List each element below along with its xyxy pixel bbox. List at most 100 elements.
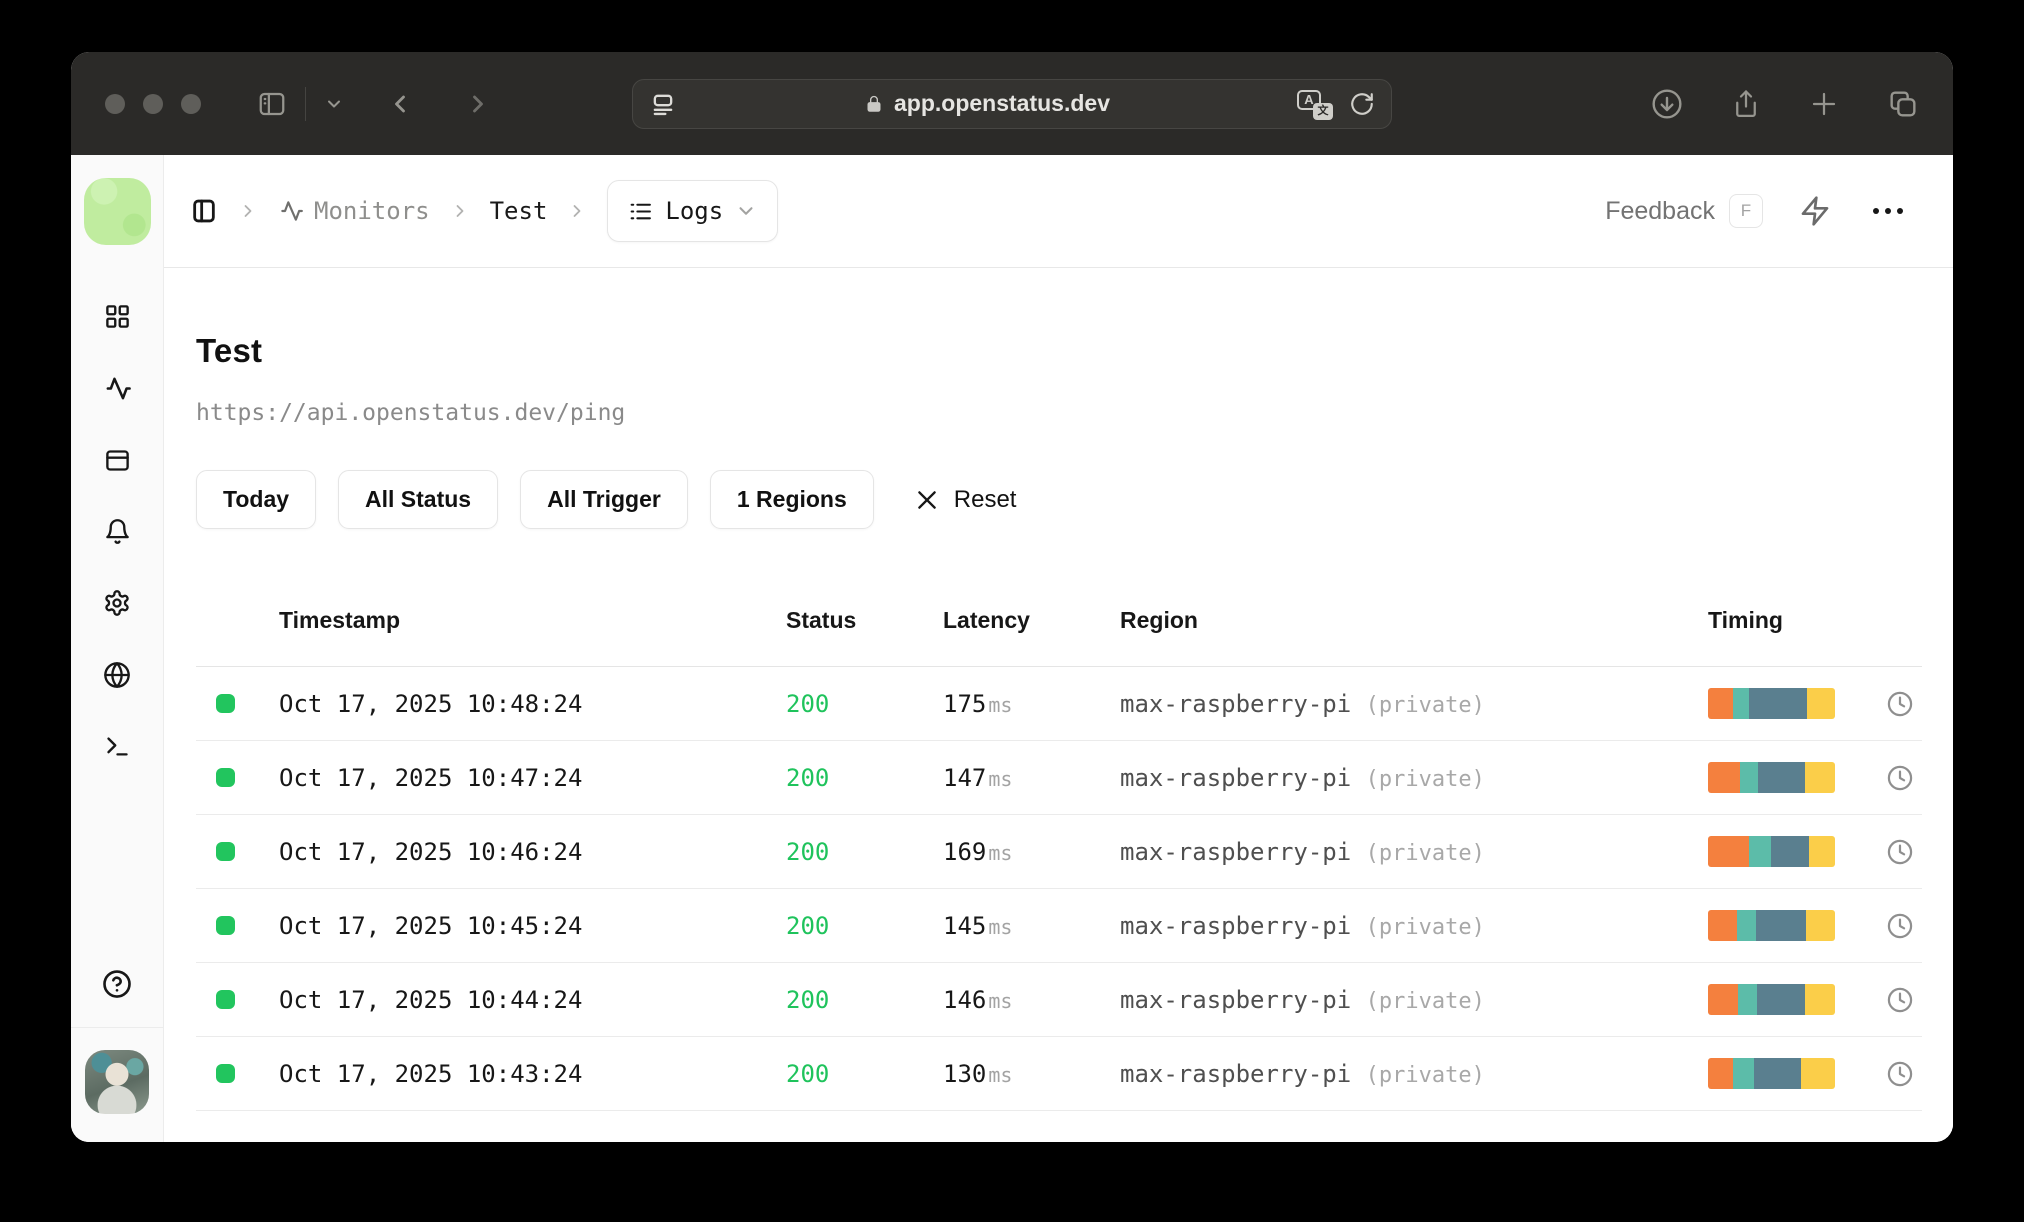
- row-region: max-raspberry-pi (private): [1120, 689, 1485, 718]
- help-icon[interactable]: [102, 943, 132, 1027]
- row-status: 200: [786, 763, 830, 792]
- close-icon: [918, 490, 936, 509]
- translate-icon[interactable]: A文: [1297, 89, 1333, 120]
- url-text[interactable]: app.openstatus.dev: [894, 90, 1110, 117]
- forward-button[interactable]: [464, 90, 492, 118]
- status-pages-icon[interactable]: [104, 447, 131, 474]
- feedback-label: Feedback: [1605, 196, 1715, 225]
- minimize-window-button[interactable]: [143, 93, 163, 114]
- status-dot-icon: [216, 990, 235, 1009]
- monitors-activity-icon[interactable]: [103, 374, 132, 403]
- page-title: Test: [196, 332, 263, 369]
- table-header-row: Timestamp Status Latency Region Timing: [196, 575, 1922, 667]
- chevron-down-icon[interactable]: [324, 94, 344, 114]
- address-bar[interactable]: app.openstatus.dev A文: [632, 78, 1392, 129]
- filter-button[interactable]: All Status: [338, 470, 499, 529]
- row-region: max-raspberry-pi (private): [1120, 985, 1485, 1014]
- clock-icon[interactable]: [1877, 1060, 1922, 1088]
- share-icon[interactable]: [1731, 89, 1761, 119]
- row-timestamp: Oct 17, 2025 10:47:24: [279, 763, 583, 792]
- browser-window: app.openstatus.dev A文 Monitors Test Logs…: [71, 52, 1953, 1142]
- globe-icon[interactable]: [103, 661, 131, 689]
- panel-toggle-icon[interactable]: [190, 197, 218, 225]
- row-status: 200: [786, 911, 830, 940]
- status-dot-icon: [216, 916, 235, 935]
- filter-bar: Today All Status All Trigger 1 Regions Rese…: [196, 470, 1922, 529]
- timing-bar: [1708, 762, 1835, 793]
- page-header: Monitors Test Logs Feedback F: [164, 155, 1953, 268]
- row-latency: 146 ms: [943, 985, 1013, 1014]
- browser-chrome: app.openstatus.dev A文: [71, 52, 1953, 155]
- filter-button[interactable]: 1 Regions: [709, 470, 874, 529]
- col-status: Status: [786, 607, 857, 633]
- row-region: max-raspberry-pi (private): [1120, 763, 1485, 792]
- clock-icon[interactable]: [1877, 764, 1922, 792]
- zap-icon[interactable]: [1799, 195, 1831, 227]
- table-row[interactable]: Oct 17, 2025 10:44:24 200 146 ms max-rasp…: [196, 963, 1922, 1037]
- status-dot-icon: [216, 1064, 235, 1083]
- notifications-bell-icon[interactable]: [104, 518, 131, 545]
- timing-bar: [1708, 836, 1835, 867]
- logs-table: Timestamp Status Latency Region Timing O…: [196, 575, 1922, 1111]
- sidebar: [71, 155, 164, 1142]
- terminal-icon[interactable]: [104, 733, 131, 760]
- row-latency: 130 ms: [943, 1059, 1013, 1088]
- row-timestamp: Oct 17, 2025 10:44:24: [279, 985, 583, 1014]
- status-dot-icon: [216, 768, 235, 787]
- clock-icon[interactable]: [1877, 690, 1922, 718]
- feedback-shortcut-key: F: [1729, 194, 1763, 228]
- timing-bar: [1708, 1058, 1835, 1089]
- status-dot-icon: [216, 842, 235, 861]
- window-controls[interactable]: [105, 93, 201, 114]
- row-status: 200: [786, 985, 830, 1014]
- row-latency: 147 ms: [943, 763, 1013, 792]
- row-latency: 169 ms: [943, 837, 1013, 866]
- row-timestamp: Oct 17, 2025 10:43:24: [279, 1059, 583, 1088]
- divider: [71, 1027, 163, 1028]
- user-avatar[interactable]: [85, 1050, 149, 1114]
- close-window-button[interactable]: [105, 93, 125, 114]
- col-region: Region: [1120, 607, 1198, 633]
- table-row[interactable]: Oct 17, 2025 10:47:24 200 147 ms max-rasp…: [196, 741, 1922, 815]
- filter-button[interactable]: All Trigger: [520, 470, 688, 529]
- row-status: 200: [786, 689, 830, 718]
- feedback-button[interactable]: Feedback F: [1605, 194, 1763, 228]
- breadcrumb-monitor-name[interactable]: Test: [490, 197, 548, 225]
- chevron-right-icon: [567, 201, 587, 221]
- row-region: max-raspberry-pi (private): [1120, 837, 1485, 866]
- row-timestamp: Oct 17, 2025 10:48:24: [279, 689, 583, 718]
- row-latency: 145 ms: [943, 911, 1013, 940]
- downloads-icon[interactable]: [1651, 88, 1683, 120]
- status-dot-icon: [216, 694, 235, 713]
- clock-icon[interactable]: [1877, 986, 1922, 1014]
- new-tab-icon[interactable]: [1809, 89, 1839, 119]
- dashboard-grid-icon[interactable]: [104, 303, 131, 330]
- col-timing: Timing: [1708, 607, 1783, 633]
- table-row[interactable]: Oct 17, 2025 10:46:24 200 169 ms max-rasp…: [196, 815, 1922, 889]
- reset-filters-button[interactable]: Reset: [914, 486, 1016, 514]
- back-button[interactable]: [386, 90, 414, 118]
- row-region: max-raspberry-pi (private): [1120, 911, 1485, 940]
- zoom-window-button[interactable]: [181, 93, 201, 114]
- table-row[interactable]: Oct 17, 2025 10:43:24 200 130 ms max-rasp…: [196, 1037, 1922, 1111]
- reader-icon[interactable]: [649, 90, 677, 118]
- list-icon: [630, 203, 652, 219]
- view-selector-logs[interactable]: Logs: [607, 180, 779, 242]
- reload-icon[interactable]: [1349, 91, 1375, 117]
- settings-gear-icon[interactable]: [103, 589, 131, 617]
- table-row[interactable]: Oct 17, 2025 10:48:24 200 175 ms max-rasp…: [196, 667, 1922, 741]
- workspace-logo[interactable]: [83, 178, 151, 245]
- chevron-right-icon: [450, 201, 470, 221]
- breadcrumb-monitors[interactable]: Monitors: [278, 197, 430, 225]
- sidebar-toggle-icon[interactable]: [257, 89, 287, 119]
- filter-button[interactable]: Today: [196, 470, 317, 529]
- clock-icon[interactable]: [1877, 838, 1922, 866]
- clock-icon[interactable]: [1877, 912, 1922, 940]
- row-status: 200: [786, 837, 830, 866]
- more-options-button[interactable]: [1867, 202, 1909, 220]
- table-row[interactable]: Oct 17, 2025 10:45:24 200 145 ms max-rasp…: [196, 889, 1922, 963]
- tab-overview-icon[interactable]: [1887, 88, 1919, 120]
- row-timestamp: Oct 17, 2025 10:45:24: [279, 911, 583, 940]
- row-timestamp: Oct 17, 2025 10:46:24: [279, 837, 583, 866]
- col-latency: Latency: [943, 607, 1030, 633]
